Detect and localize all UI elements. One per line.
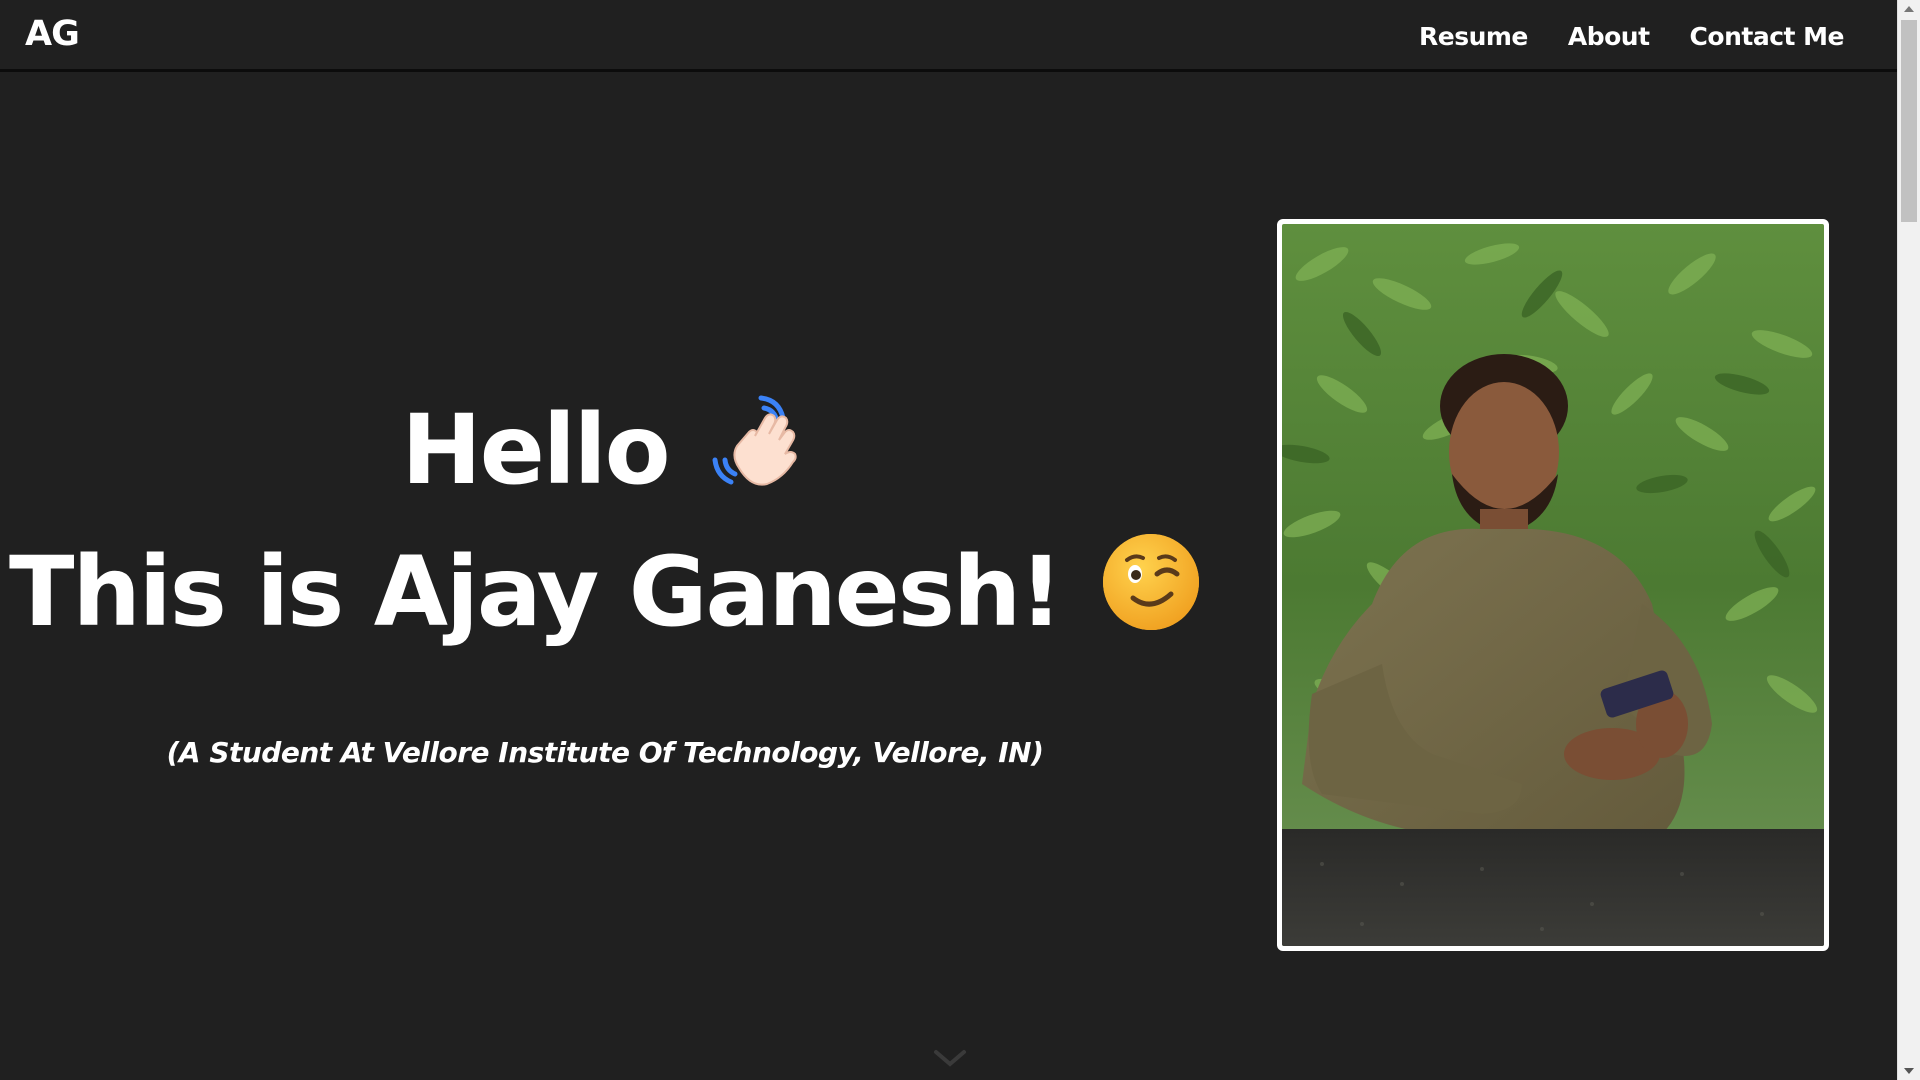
hero-heading: Hello This is Ajay Ganesh! xyxy=(0,380,1210,664)
hero-subtitle: (A Student At Vellore Institute Of Techn… xyxy=(166,736,1044,769)
waving-hand-icon xyxy=(709,387,809,527)
name-text: This is Ajay Ganesh! xyxy=(8,536,1063,648)
site-logo[interactable]: AG xyxy=(25,10,80,58)
navbar: AG Resume About Contact Me xyxy=(0,0,1898,72)
profile-photo-frame xyxy=(1277,219,1829,951)
page-scrollbar[interactable] xyxy=(1897,0,1920,1080)
nav-link-about[interactable]: About xyxy=(1568,22,1650,51)
name-line: This is Ajay Ganesh! xyxy=(0,520,1210,664)
scroll-up-arrow-icon[interactable] xyxy=(1904,6,1914,12)
scroll-down-chevron-icon[interactable] xyxy=(932,1048,968,1068)
scroll-down-arrow-icon[interactable] xyxy=(1904,1068,1914,1074)
nav-links: Resume About Contact Me xyxy=(1379,14,1845,58)
greeting-line: Hello xyxy=(0,380,1210,520)
scrollbar-thumb[interactable] xyxy=(1901,20,1917,222)
greeting-text: Hello xyxy=(401,394,670,506)
nav-link-contact[interactable]: Contact Me xyxy=(1690,22,1845,51)
winking-face-icon xyxy=(1101,527,1201,671)
page: AG Resume About Contact Me Hello This is… xyxy=(0,0,1920,1080)
nav-link-resume[interactable]: Resume xyxy=(1419,22,1528,51)
profile-photo xyxy=(1282,224,1824,946)
